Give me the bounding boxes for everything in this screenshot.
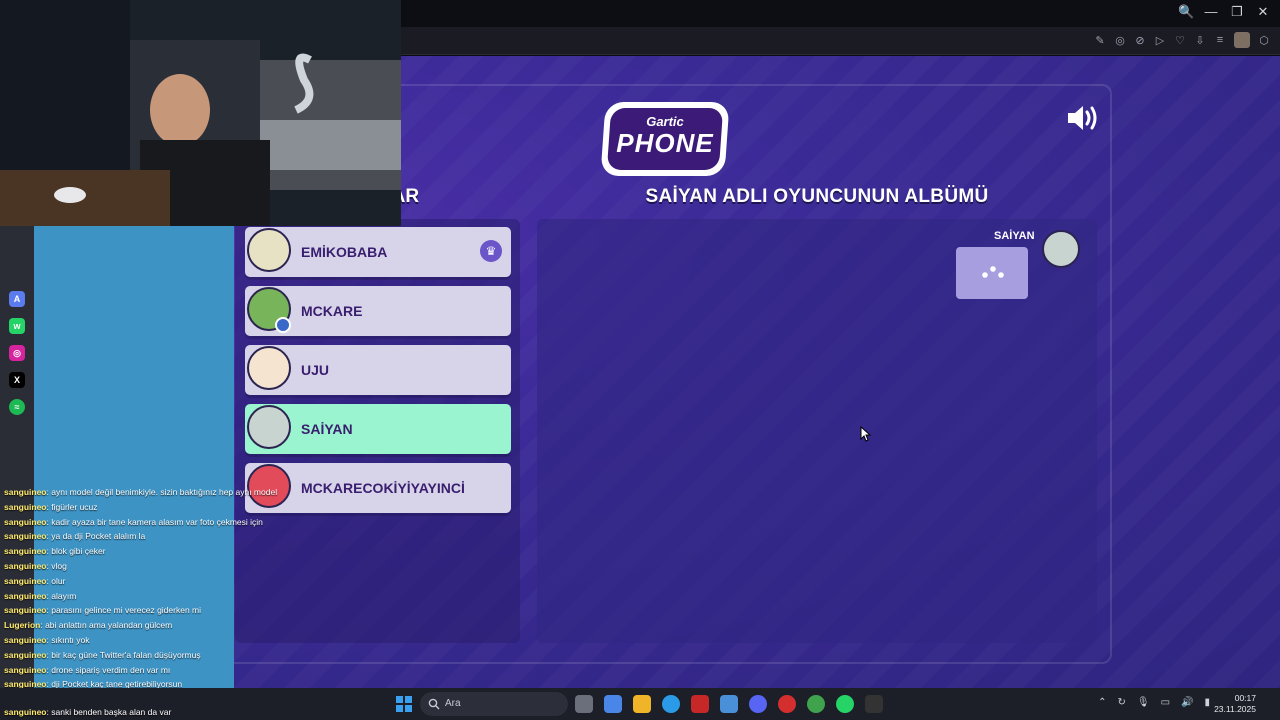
opera-icon[interactable] [778, 695, 796, 713]
user-badge-icon [275, 317, 291, 333]
chat-message: sanguineo: figürler ucuz [4, 501, 98, 512]
volume-icon[interactable] [1066, 104, 1100, 132]
app-icon[interactable] [807, 695, 825, 713]
mummy-avatar [247, 228, 291, 272]
netflix-icon[interactable] [691, 695, 709, 713]
battery-icon[interactable]: ▮ [1204, 697, 1210, 708]
player-name: UJU [301, 362, 330, 378]
chat-message: sanguineo: sanki benden başka alan da va… [4, 707, 172, 717]
loading-dots-icon [982, 266, 1004, 278]
chat-message: sanguineo: parasını gelince mi verecez g… [4, 605, 202, 616]
close-icon[interactable]: ✕ [1256, 4, 1270, 20]
crown-icon: ♛ [480, 240, 502, 262]
maximize-icon[interactable]: ❐ [1230, 4, 1244, 20]
loading-bubble [956, 247, 1028, 299]
chat-message: sanguineo: sıkıntı yok [4, 634, 90, 645]
taskbar-search[interactable]: Ara [420, 692, 568, 716]
logo-top-text: Gartic [646, 114, 684, 129]
microphone-icon[interactable]: 🎙 [1137, 697, 1150, 708]
system-tray: ⌃ ↻ 🎙 ▭ 🔊 ▮ [1098, 697, 1210, 708]
clown-avatar [247, 346, 291, 390]
chat-messages: sanguineo: aynı model değil benimkiyle. … [4, 487, 304, 694]
search-icon[interactable]: 🔍 [1178, 4, 1194, 20]
x-icon[interactable]: X [9, 372, 25, 388]
chevron-up-icon[interactable]: ⌃ [1098, 697, 1106, 708]
search-icon [428, 698, 440, 710]
webcam-feed [0, 0, 401, 226]
speaker-icon[interactable]: 🔊 [1181, 697, 1193, 708]
robot-avatar [247, 405, 291, 449]
clock-time: 00:17 [1234, 693, 1256, 703]
camera-icon[interactable]: ◎ [1114, 34, 1126, 47]
clock-date: 23.11.2025 [1214, 704, 1256, 714]
robot-avatar [1042, 230, 1080, 268]
heart-icon[interactable]: ♡ [1174, 34, 1186, 47]
download-icon[interactable]: ⇩ [1194, 34, 1206, 47]
album-heading: SAİYAN ADLI OYUNCUNUN ALBÜMÜ [645, 186, 989, 207]
extensions-icon[interactable]: ⬡ [1258, 34, 1270, 47]
minimize-icon[interactable]: — [1204, 4, 1218, 20]
chat-message: sanguineo: kadir ayaza bir tane kamera a… [4, 516, 263, 527]
chat-message: sanguineo: bir kaç güne Twitter'a falan … [4, 649, 201, 660]
chat-message: sanguineo: olur [4, 575, 66, 586]
edge-icon[interactable] [662, 695, 680, 713]
taskbar-apps [575, 695, 883, 713]
chat-message: sanguineo: drone sipariş verdim den var … [4, 664, 171, 675]
copilot-icon[interactable] [604, 695, 622, 713]
player-row[interactable]: UJU [245, 345, 511, 395]
app-icon[interactable]: A [9, 291, 25, 307]
chat-message: sanguineo: alayım [4, 590, 77, 601]
spotify-icon[interactable]: ≈ [9, 399, 25, 415]
chat-message: sanguineo: blok gibi çeker [4, 546, 106, 557]
screen: 🔍 — ❐ ✕ ✎ ◎ ⊘ ▷ ♡ ⇩ ≡ ⬡ Gartic PHONE SAİ… [0, 0, 1280, 720]
search-placeholder: Ara [445, 698, 461, 709]
gartic-phone-logo: Gartic PHONE [600, 102, 730, 176]
sync-icon[interactable]: ↻ [1117, 697, 1125, 708]
play-icon[interactable]: ▷ [1154, 34, 1166, 47]
album-panel: SAİYAN [537, 219, 1097, 643]
file-explorer-icon[interactable] [633, 695, 651, 713]
chat-message: sanguineo: aynı model değil benimkiyle. … [4, 487, 278, 497]
whatsapp-icon[interactable]: w [9, 318, 25, 334]
discord-icon[interactable] [749, 695, 767, 713]
menu-icon[interactable]: ≡ [1214, 34, 1226, 46]
window-controls: 🔍 — ❐ ✕ [1178, 4, 1270, 20]
instagram-icon[interactable]: ◎ [9, 345, 25, 361]
edit-icon[interactable]: ✎ [1094, 34, 1106, 47]
shield-icon[interactable]: ⊘ [1134, 34, 1146, 47]
player-name: MCKARECOKİYİYAYINCİ [301, 480, 465, 496]
player-row[interactable]: EMİKOBABA ♛ [245, 227, 511, 277]
windows-start-icon[interactable] [396, 696, 412, 712]
taskbar: sanguineo: sanki benden başka alan da va… [0, 688, 1280, 720]
profile-avatar[interactable] [1234, 32, 1250, 48]
epic-games-icon[interactable] [865, 695, 883, 713]
mouse-cursor-icon [860, 426, 872, 442]
chat-message: sanguineo: vlog [4, 560, 67, 571]
task-view-icon[interactable] [575, 695, 593, 713]
clock[interactable]: 00:17 23.11.2025 [1214, 693, 1256, 715]
whatsapp-icon[interactable] [836, 695, 854, 713]
chat-message: sanguineo: ya da dji Pocket alalım la [4, 531, 146, 542]
mail-icon[interactable] [720, 695, 738, 713]
webcam-overlay [0, 0, 401, 226]
chat-message: Lugerion: abi anlattın ama yalandan gülc… [4, 620, 173, 631]
player-name: MCKARE [301, 303, 363, 319]
player-row-active[interactable]: SAİYAN [245, 404, 511, 454]
display-icon[interactable]: ▭ [1161, 697, 1170, 708]
logo-main-text: PHONE [616, 128, 714, 158]
toolbar-icons: ✎ ◎ ⊘ ▷ ♡ ⇩ ≡ ⬡ [1094, 32, 1270, 48]
player-name: SAİYAN [301, 421, 353, 437]
player-row[interactable]: MCKARE [245, 286, 511, 336]
player-name: EMİKOBABA [301, 244, 388, 260]
